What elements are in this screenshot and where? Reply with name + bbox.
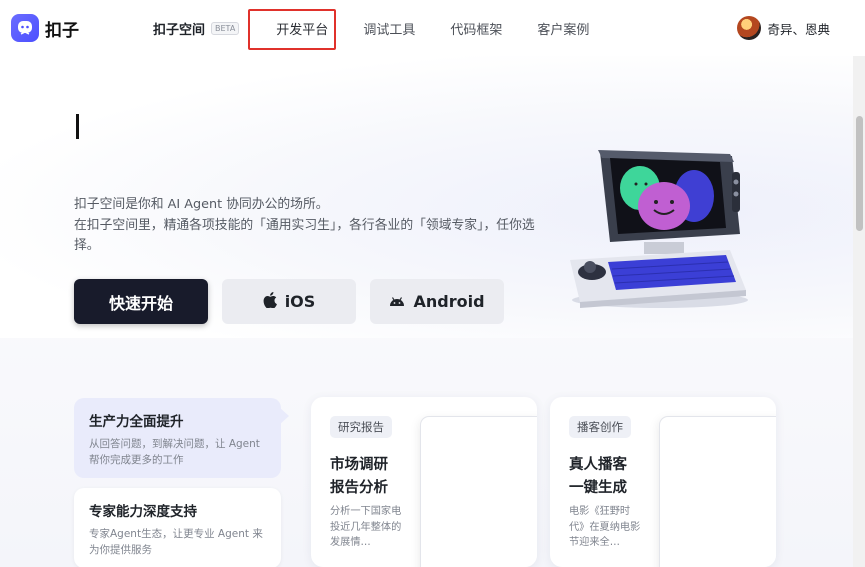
nav-item-code-framework[interactable]: 代码框架 [450,19,502,38]
nav-item-debug-tools[interactable]: 调试工具 [363,19,415,38]
case-card-market-research[interactable]: 研究报告 市场调研报告分析 分析一下国家电投近几年整体的发展情… [311,397,537,567]
highlight-box [248,9,336,50]
ios-label: iOS [284,292,316,311]
card-tag: 播客创作 [569,416,631,438]
hero-description: 扣子空间是你和 AI Agent 协同办公的场所。 在扣子空间里，精通各项技能的… [74,195,554,257]
nav-brand[interactable]: 扣子空间 BETA [153,19,240,38]
feature-title: 专家能力深度支持 [89,504,197,520]
feature-desc: 从回答问题，到解决问题，让 Agent 帮你完成更多的工作 [89,438,260,466]
avatar [737,16,762,40]
logo-icon [11,14,39,42]
case-card-podcast[interactable]: 播客创作 真人播客一键生成 电影《狂野时代》在夏纳电影节迎来全… [550,397,776,567]
user-name: 奇异、恩典 [767,21,830,37]
quick-start-button[interactable]: 快速开始 [74,279,208,324]
nav-brand-label: 扣子空间 [153,22,206,38]
android-download-button[interactable]: Android [370,279,504,324]
ios-download-button[interactable]: iOS [222,279,356,324]
android-label: Android [413,292,485,311]
scrollbar-thumb[interactable] [856,116,863,231]
hero-line-1: 扣子空间是你和 AI Agent 协同办公的场所。 [74,197,329,212]
top-header: 扣子 扣子空间 BETA 开发平台 调试工具 代码框架 客户案例 奇异、恩典 [0,0,865,56]
text-cursor [76,114,79,139]
feature-expert-support[interactable]: 专家能力深度支持 专家Agent生态，让更专业 Agent 来为你提供服务 [74,488,281,567]
card-desc: 分析一下国家电投近几年整体的发展情… [330,506,402,548]
user-menu[interactable]: 奇异、恩典 [737,16,830,40]
card-title: 市场调研报告分析 [330,457,388,496]
android-icon [389,292,405,311]
hero-line-2: 在扣子空间里，精通各项技能的「通用实习生」，各行各业的「领域专家」，任你选择。 [74,217,535,254]
card-preview [421,417,537,567]
card-tag: 研究报告 [330,416,392,438]
page-scrollbar[interactable] [853,56,865,567]
retro-computer-illustration [560,142,750,312]
logo-text: 扣子 [45,20,79,41]
card-title: 真人播客一键生成 [569,457,627,496]
feature-desc: 专家Agent生态，让更专业 Agent 来为你提供服务 [89,528,263,556]
feature-title: 生产力全面提升 [89,414,184,430]
logo[interactable]: 扣子 [11,14,79,42]
apple-icon [263,291,277,312]
nav-item-customer-cases[interactable]: 客户案例 [537,19,589,38]
quick-start-label: 快速开始 [108,293,173,313]
card-preview [660,417,776,567]
top-nav: 扣子空间 BETA 开发平台 调试工具 代码框架 客户案例 [153,0,624,56]
feature-productivity[interactable]: 生产力全面提升 从回答问题，到解决问题，让 Agent 帮你完成更多的工作 [74,398,281,478]
feature-pointer-arrow [279,407,289,425]
card-desc: 电影《狂野时代》在夏纳电影节迎来全… [569,506,641,548]
beta-badge: BETA [211,21,240,35]
